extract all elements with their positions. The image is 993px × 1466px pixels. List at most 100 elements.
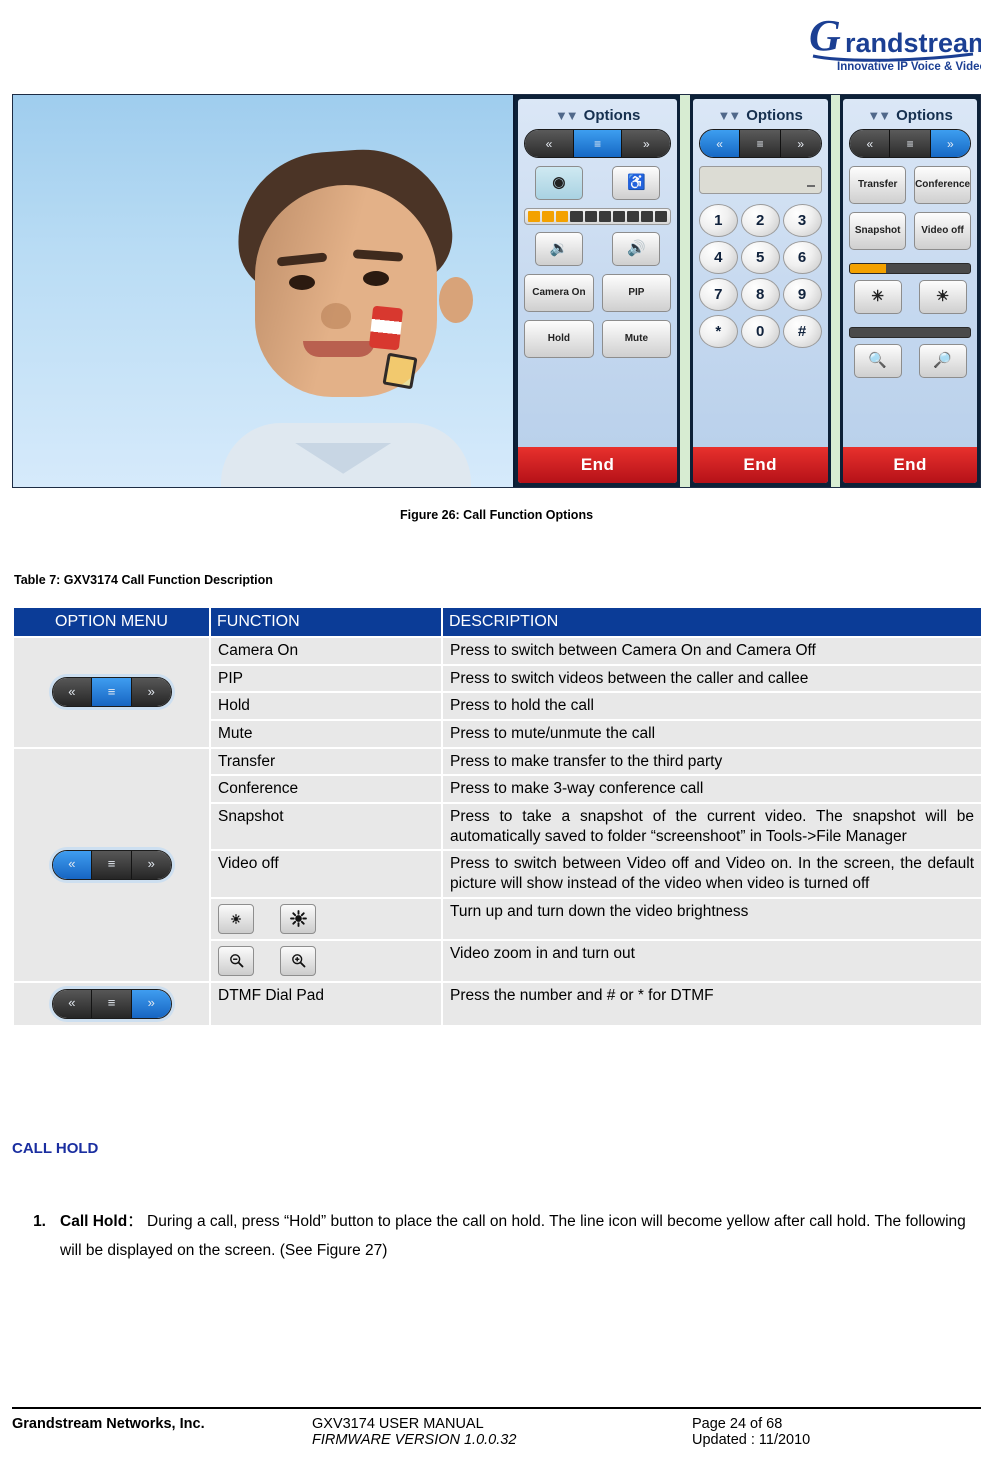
description-cell: Press the number and # or * for DTMF	[441, 980, 983, 1027]
document-page: G randstream Innovative IP Voice & Video	[0, 0, 993, 1466]
function-cell-zoom-icons	[209, 938, 443, 983]
brightness-down-icon-button[interactable]: ✳	[853, 280, 902, 314]
volume-level-indicator	[524, 208, 672, 225]
speaker-high-icon-button[interactable]: 🔊	[612, 232, 661, 266]
function-cell: Transfer	[209, 746, 443, 777]
description-cell: Press to switch videos between the calle…	[441, 663, 983, 694]
description-cell: Press to make transfer to the third part…	[441, 746, 983, 777]
snapshot-button[interactable]: Snapshot	[849, 212, 907, 250]
brightness-up-icon	[280, 903, 317, 934]
end-call-button-1[interactable]: End	[518, 447, 678, 483]
chevron-down-icon: ▼▼	[554, 108, 579, 123]
pill-prev-icon: «	[52, 678, 93, 707]
pill-menu-icon: ≡	[92, 678, 132, 707]
transfer-button[interactable]: Transfer	[849, 166, 907, 204]
camera-on-button[interactable]: Camera On	[524, 274, 594, 312]
video-off-button[interactable]: Video off	[914, 212, 972, 250]
table-row: « ≡ » Transfer Press to make transfer to…	[12, 746, 983, 983]
hold-button[interactable]: Hold	[524, 320, 594, 358]
conference-button[interactable]: Conference	[914, 166, 972, 204]
dial-key-6[interactable]: 6	[782, 241, 822, 274]
dial-key-star[interactable]: *	[698, 315, 738, 348]
brightness-down-icon	[218, 903, 254, 934]
description-cell: Video zoom in and turn out	[441, 938, 983, 983]
zoom-in-icon	[280, 945, 317, 976]
svg-text:Innovative IP Voice & Video: Innovative IP Voice & Video	[837, 61, 981, 73]
list-item-separator: ：	[127, 1213, 143, 1230]
dial-key-9[interactable]: 9	[782, 278, 822, 311]
options-label: Options	[746, 107, 803, 124]
brightness-slider[interactable]	[849, 263, 971, 274]
header-description: DESCRIPTION	[441, 606, 983, 638]
document-footer: Grandstream Networks, Inc. GXV3174 USER …	[12, 1407, 981, 1448]
dial-key-5[interactable]: 5	[740, 241, 780, 274]
pill-menu-icon[interactable]: ≡	[890, 130, 931, 157]
end-call-button-2[interactable]: End	[692, 447, 828, 483]
dial-key-0[interactable]: 0	[740, 315, 780, 348]
list-item: 1. Call Hold： During a call, press “Hold…	[12, 1208, 970, 1265]
brightness-up-icon-button[interactable]: ☀	[918, 280, 967, 314]
dial-key-4[interactable]: 4	[698, 241, 738, 274]
options-panel-2: ▼▼ Options « ≡ » 1 2 3 4 5 6 7 8 9 * 0 #…	[689, 95, 831, 487]
function-row-3b: Snapshot Video off	[849, 212, 972, 250]
pill-menu-icon: ≡	[92, 989, 132, 1018]
function-cell: PIP	[209, 663, 443, 694]
document-header: G randstream Innovative IP Voice & Video	[0, 0, 993, 80]
dtmf-input-field[interactable]	[698, 166, 822, 194]
panel-nav-pill-2[interactable]: « ≡ »	[698, 129, 822, 158]
options-label: Options	[583, 107, 641, 124]
description-cell: Press to take a snapshot of the current …	[441, 802, 983, 852]
pill-prev-icon[interactable]: «	[525, 130, 574, 157]
chevron-down-icon: ▼▼	[717, 108, 741, 123]
end-call-button-3[interactable]: End	[843, 447, 977, 483]
pill-menu-icon[interactable]: ≡	[740, 130, 781, 157]
pill-prev-icon[interactable]: «	[850, 130, 891, 157]
function-cell: Conference	[209, 774, 443, 805]
pill-prev-icon[interactable]: «	[699, 130, 741, 157]
panel-nav-pill-3[interactable]: « ≡ »	[849, 129, 971, 158]
zoom-slider[interactable]	[849, 327, 971, 338]
panel-divider-2	[830, 95, 841, 487]
zoom-out-icon-button[interactable]: 🔍	[853, 344, 902, 378]
option-menu-pill-right-icon: « ≡ »	[51, 988, 172, 1019]
panel-divider-1	[680, 95, 690, 487]
headset-icon-button[interactable]: ♿	[612, 166, 661, 200]
option-menu-cell-1: « ≡ »	[12, 636, 211, 749]
list-item-text: During a call, press “Hold” button to pl…	[60, 1213, 966, 1259]
video-preview	[13, 95, 516, 487]
zoom-in-icon-button[interactable]: 🔎	[918, 344, 967, 378]
footer-page: Page 24 of 68	[692, 1416, 783, 1432]
pill-next-icon[interactable]: »	[780, 130, 821, 157]
pill-prev-icon: «	[52, 989, 93, 1018]
list-item-lead: Call Hold	[60, 1213, 128, 1230]
panel-nav-pill-1[interactable]: « ≡ »	[524, 129, 672, 158]
dial-key-2[interactable]: 2	[740, 204, 780, 237]
svg-text:G: G	[809, 11, 841, 60]
option-menu-pill-left-icon: « ≡ »	[51, 849, 172, 880]
mute-button[interactable]: Mute	[601, 320, 672, 358]
pill-next-icon[interactable]: »	[930, 130, 970, 157]
description-cell: Press to make 3-way conference call	[441, 774, 983, 805]
pip-button[interactable]: PIP	[601, 274, 672, 312]
pill-next-icon[interactable]: »	[622, 130, 671, 157]
description-cell: Press to switch between Camera On and Ca…	[441, 636, 983, 666]
dial-key-hash[interactable]: #	[782, 315, 822, 348]
options-label: Options	[896, 107, 953, 124]
dial-key-1[interactable]: 1	[698, 204, 738, 237]
options-title-3: ▼▼ Options	[849, 104, 971, 129]
function-row-3a: Transfer Conference	[849, 166, 972, 204]
pill-menu-icon[interactable]: ≡	[573, 130, 623, 157]
call-function-table: OPTION MENU FUNCTION DESCRIPTION « ≡ » C…	[12, 606, 983, 1027]
zoom-in-glyph	[291, 954, 306, 968]
camera-icon-button[interactable]: ◉	[534, 166, 583, 200]
dial-key-8[interactable]: 8	[740, 278, 780, 311]
header-function: FUNCTION	[209, 606, 443, 638]
dial-key-3[interactable]: 3	[782, 204, 822, 237]
description-cell: Press to mute/unmute the call	[441, 719, 983, 749]
pill-next-icon: »	[131, 850, 171, 879]
speaker-low-icon-button[interactable]: 🔉	[534, 232, 583, 266]
option-menu-cell-3: « ≡ »	[12, 980, 211, 1027]
dial-key-7[interactable]: 7	[698, 278, 738, 311]
function-cell: Mute	[209, 719, 443, 749]
options-title-2: ▼▼ Options	[699, 104, 822, 129]
